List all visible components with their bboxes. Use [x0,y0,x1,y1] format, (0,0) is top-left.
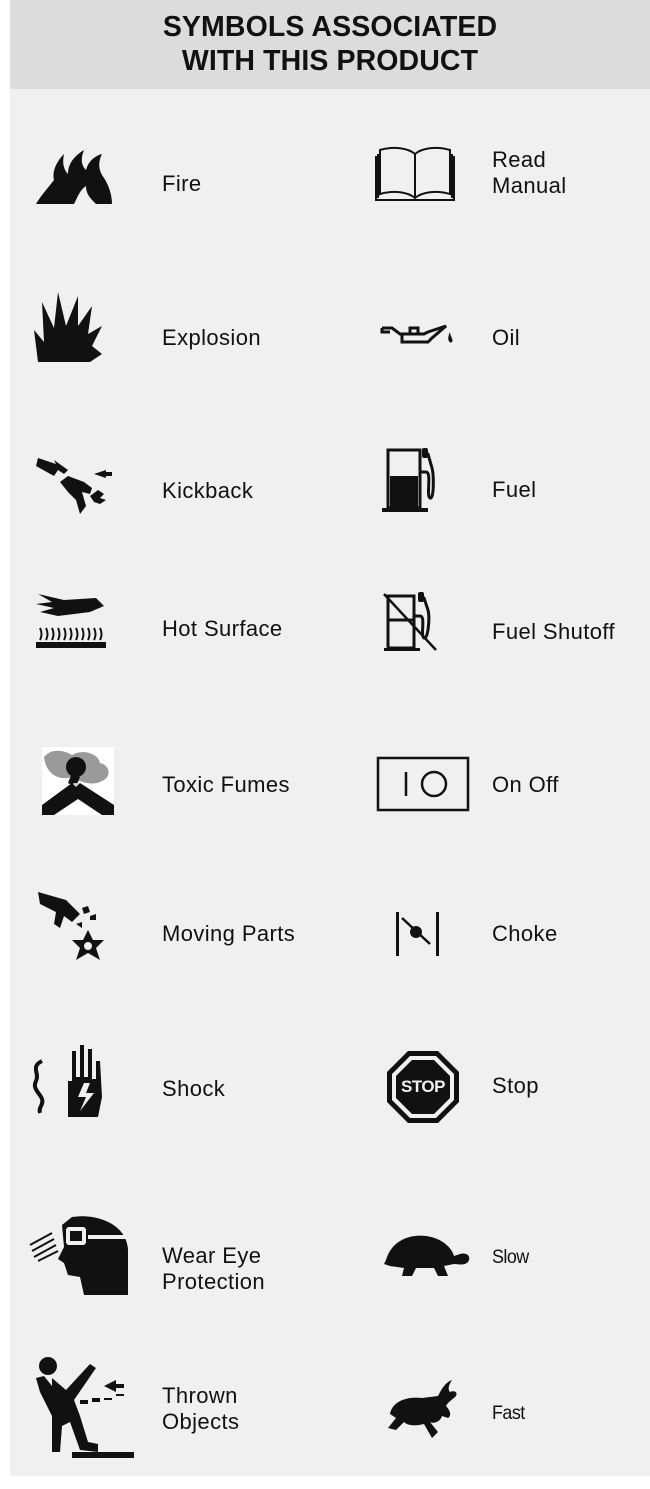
label-toxic-fumes: Toxic Fumes [162,772,290,797]
label-eye-protection-1: Wear Eye [162,1243,262,1268]
label-read-manual-2: Manual [492,173,567,198]
title-line-2: WITH THIS PRODUCT [181,45,479,77]
stop-sign-text: STOP [401,1077,445,1096]
label-stop: Stop [492,1073,539,1098]
fuel-pump-icon [382,446,438,512]
hot-surface-icon [34,590,108,656]
kickback-icon [34,456,114,516]
eye-protection-icon [28,1215,130,1297]
label-kickback: Kickback [162,478,254,503]
label-hot-surface: Hot Surface [162,616,283,641]
label-oil: Oil [492,325,521,350]
label-slow: Slow [492,1246,529,1268]
moving-parts-icon [38,888,108,964]
label-eye-protection-2: Protection [162,1269,266,1294]
toxic-fumes-icon [42,747,114,815]
turtle-icon [382,1232,472,1280]
choke-icon [394,910,442,958]
stop-sign-icon: STOP [386,1050,460,1124]
on-off-icon [376,756,470,812]
read-manual-icon [374,144,456,202]
shock-icon [28,1041,110,1121]
label-choke: Choke [492,921,558,946]
label-shock: Shock [162,1076,226,1101]
label-fire: Fire [162,171,202,196]
label-read-manual-1: Read [492,147,547,172]
label-thrown-objects-1: Thrown [162,1383,238,1408]
label-fast: Fast [492,1402,525,1424]
label-fuel: Fuel [492,477,537,502]
header-band: SYMBOLS ASSOCIATED WITH THIS PRODUCT [10,0,650,89]
label-fuel-shutoff: Fuel Shutoff [492,619,616,644]
label-explosion: Explosion [162,325,261,350]
rabbit-icon [386,1378,458,1444]
thrown-objects-icon [34,1356,136,1460]
fire-icon [34,148,114,206]
explosion-icon [34,292,102,364]
title-line-1: SYMBOLS ASSOCIATED [162,11,498,43]
label-on-off: On Off [492,772,559,797]
label-moving-parts: Moving Parts [162,921,296,946]
label-thrown-objects-2: Objects [162,1409,240,1434]
fuel-shutoff-icon [382,592,440,652]
oil-can-icon [380,320,460,352]
